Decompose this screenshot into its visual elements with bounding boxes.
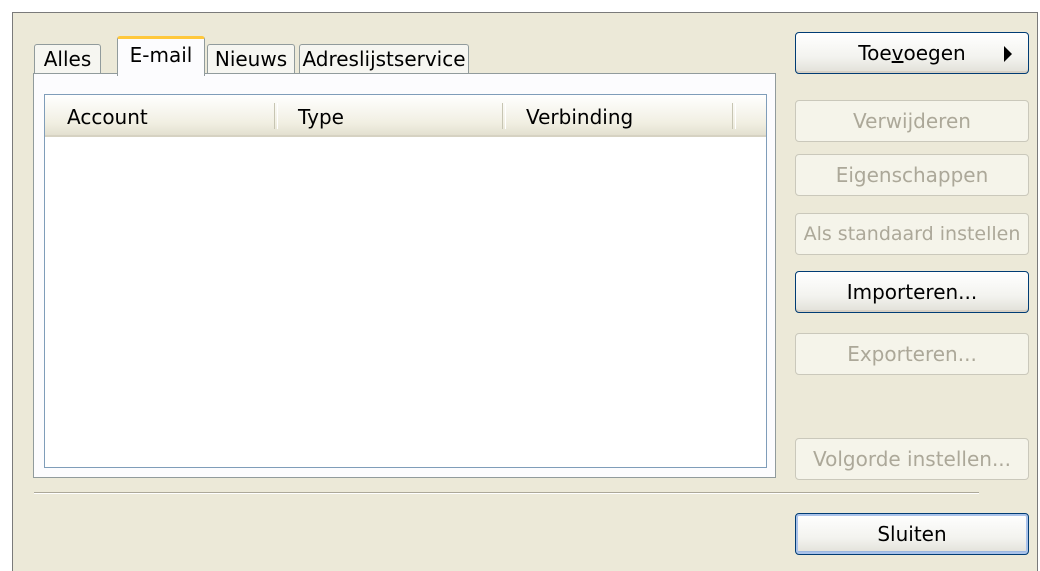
remove-button-label: Verwijderen [853,109,971,133]
properties-button[interactable]: Eigenschappen [795,154,1029,196]
set-order-button-label: Volgorde instellen... [812,447,1012,471]
remove-button[interactable]: Verwijderen [795,100,1029,142]
add-button[interactable]: Toevoegen [795,32,1029,74]
set-default-button-label: Als standaard instellen [803,223,1021,245]
set-order-button[interactable]: Volgorde instellen... [795,438,1029,480]
tab-label: Alles [43,47,92,71]
export-button[interactable]: Exporteren... [795,333,1029,375]
import-button[interactable]: Importeren... [795,271,1029,313]
column-label: Account [67,105,148,129]
column-header-account[interactable]: Account [45,95,274,135]
list-body[interactable] [45,137,766,467]
tab-label: Nieuws [214,47,288,71]
close-button-label: Sluiten [877,522,947,546]
column-header-type[interactable]: Type [276,95,502,135]
tab-label: Adreslijstservice [302,47,466,71]
column-label: Verbinding [526,105,634,129]
account-list[interactable]: Account Type Verbinding [44,94,767,468]
tab-nieuws[interactable]: Nieuws [207,44,295,74]
tab-adreslijstservice[interactable]: Adreslijstservice [299,44,469,74]
add-button-label: Toevoegen [858,41,966,65]
dialog-separator [34,492,979,494]
close-button[interactable]: Sluiten [795,513,1029,555]
column-label: Type [298,105,344,129]
export-button-label: Exporteren... [847,342,977,366]
column-header-verbinding[interactable]: Verbinding [504,95,732,135]
tab-label: E-mail [129,43,193,67]
tab-email[interactable]: E-mail [117,36,205,76]
column-divider[interactable] [732,103,736,129]
import-button-label: Importeren... [846,280,978,304]
triangle-right-icon [1004,46,1012,62]
properties-button-label: Eigenschappen [835,163,989,187]
tab-alles[interactable]: Alles [34,44,101,74]
list-header: Account Type Verbinding [45,95,766,137]
set-default-button[interactable]: Als standaard instellen [795,213,1029,255]
